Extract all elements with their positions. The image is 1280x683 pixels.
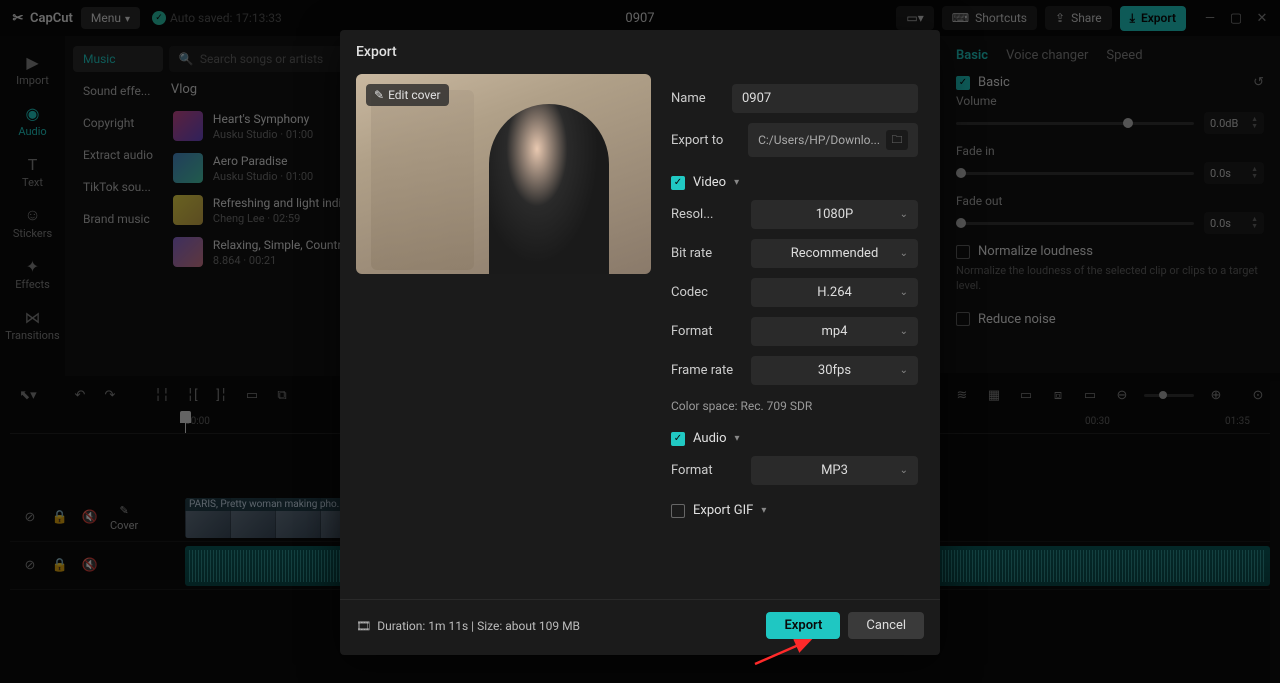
bitrate-dropdown[interactable]: Recommended⌄ xyxy=(751,239,918,268)
resolution-row: Resol... 1080P⌄ xyxy=(671,200,918,229)
gif-section-label: Export GIF xyxy=(693,503,753,518)
audio-section-header: ✓ Audio ▾ xyxy=(671,431,918,446)
export-confirm-button[interactable]: Export xyxy=(766,612,840,639)
cancel-button[interactable]: Cancel xyxy=(848,612,924,639)
codec-dropdown[interactable]: H.264⌄ xyxy=(751,278,918,307)
edit-cover-button[interactable]: ✎Edit cover xyxy=(366,84,449,106)
framerate-dropdown[interactable]: 30fps⌄ xyxy=(751,356,918,385)
chevron-icon[interactable]: ▾ xyxy=(734,433,739,444)
codec-label: Codec xyxy=(671,285,741,300)
exportto-row: Export to C:/Users/HP/Downlo... 🗀 xyxy=(671,123,918,157)
exportto-path: C:/Users/HP/Downlo... 🗀 xyxy=(748,123,918,157)
modal-body: ✎Edit cover Name Export to C:/Users/HP/D… xyxy=(340,74,940,599)
framerate-label: Frame rate xyxy=(671,363,741,378)
audio-format-label: Format xyxy=(671,463,741,478)
modal-footer: 🎞 Duration: 1m 11s | Size: about 109 MB … xyxy=(340,599,940,655)
format-label: Format xyxy=(671,324,741,339)
gif-section-header: Export GIF ▾ xyxy=(671,503,918,518)
exportto-label: Export to xyxy=(671,133,738,148)
resolution-label: Resol... xyxy=(671,207,741,222)
resolution-dropdown[interactable]: 1080P⌄ xyxy=(751,200,918,229)
browse-folder-button[interactable]: 🗀 xyxy=(886,130,908,150)
video-section-header: ✓ Video ▾ xyxy=(671,175,918,190)
format-dropdown[interactable]: mp4⌄ xyxy=(751,317,918,346)
chevron-down-icon: ⌄ xyxy=(900,326,908,337)
chevron-down-icon: ⌄ xyxy=(900,209,908,220)
audio-checkbox[interactable]: ✓ xyxy=(671,432,685,446)
chevron-down-icon: ⌄ xyxy=(900,287,908,298)
framerate-row: Frame rate 30fps⌄ xyxy=(671,356,918,385)
audio-format-row: Format MP3⌄ xyxy=(671,456,918,485)
name-label: Name xyxy=(671,91,722,106)
audio-section-label: Audio xyxy=(693,431,726,446)
chevron-down-icon: ⌄ xyxy=(900,365,908,376)
colorspace-info: Color space: Rec. 709 SDR xyxy=(671,399,918,413)
pencil-icon: ✎ xyxy=(374,88,384,102)
bitrate-row: Bit rate Recommended⌄ xyxy=(671,239,918,268)
chevron-down-icon: ⌄ xyxy=(900,248,908,259)
modal-title: Export xyxy=(340,30,940,74)
codec-row: Codec H.264⌄ xyxy=(671,278,918,307)
film-icon: 🎞 xyxy=(356,619,371,633)
chevron-down-icon: ⌄ xyxy=(900,465,908,476)
bitrate-label: Bit rate xyxy=(671,246,741,261)
modal-form: Name Export to C:/Users/HP/Downlo... 🗀 ✓… xyxy=(671,74,924,599)
modal-left: ✎Edit cover xyxy=(356,74,651,599)
name-row: Name xyxy=(671,84,918,113)
export-modal: Export ✎Edit cover Name Export to C:/Use… xyxy=(340,30,940,655)
video-section-label: Video xyxy=(693,175,726,190)
gif-checkbox[interactable] xyxy=(671,504,685,518)
exportto-value: C:/Users/HP/Downlo... xyxy=(758,133,880,147)
video-checkbox[interactable]: ✓ xyxy=(671,176,685,190)
name-input[interactable] xyxy=(732,84,918,113)
audio-format-dropdown[interactable]: MP3⌄ xyxy=(751,456,918,485)
chevron-icon[interactable]: ▾ xyxy=(761,505,766,516)
footer-buttons: Export Cancel xyxy=(766,612,924,639)
cover-preview: ✎Edit cover xyxy=(356,74,651,274)
chevron-icon[interactable]: ▾ xyxy=(734,177,739,188)
format-row: Format mp4⌄ xyxy=(671,317,918,346)
duration-info: 🎞 Duration: 1m 11s | Size: about 109 MB xyxy=(356,619,580,633)
